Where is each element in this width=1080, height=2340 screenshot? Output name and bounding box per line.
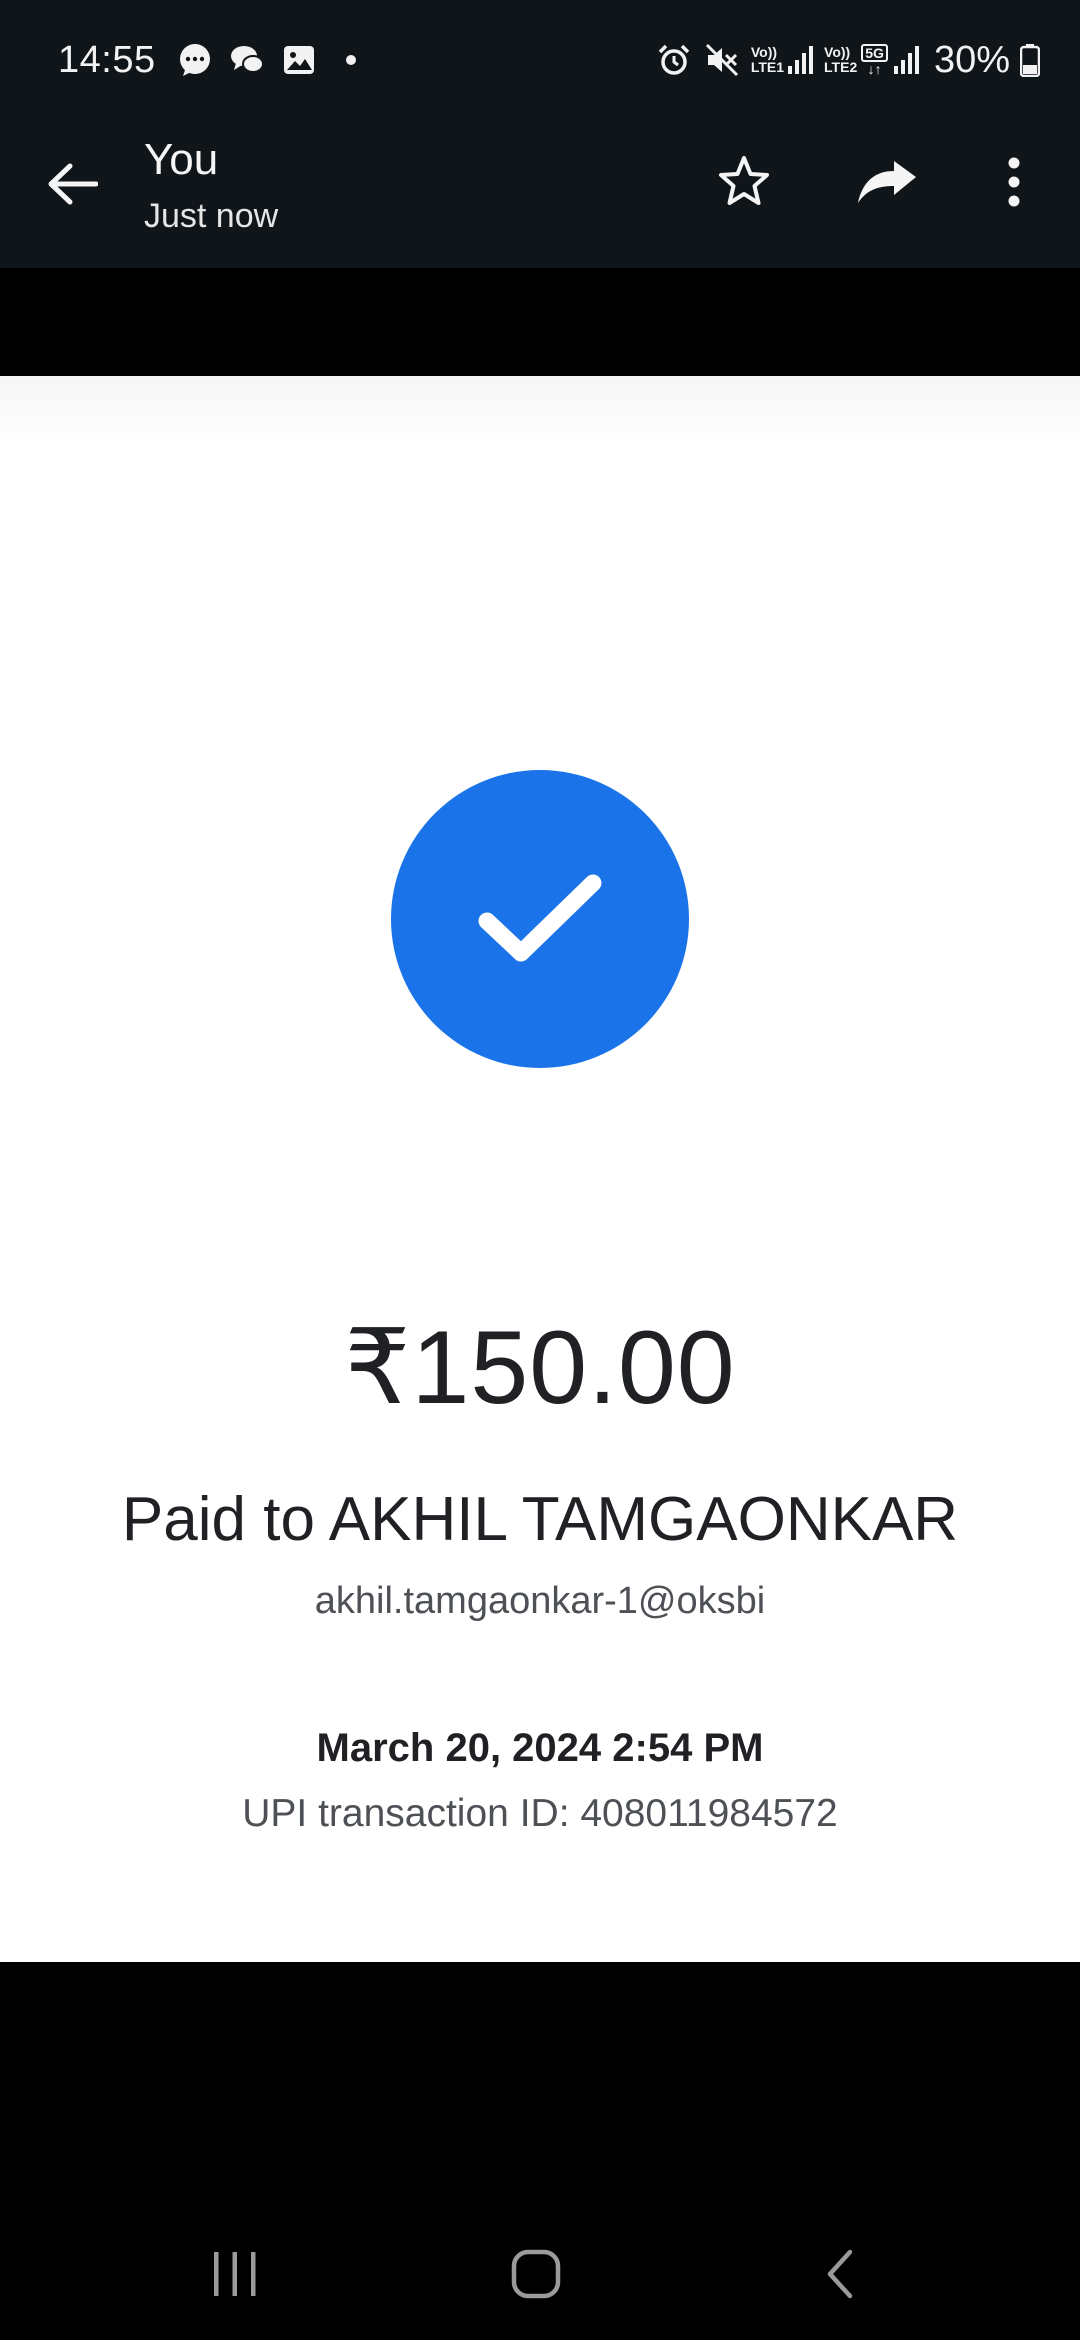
more-options-button[interactable]: [990, 150, 1038, 214]
sender-title: You: [144, 135, 219, 184]
app-bar: You Just now: [0, 120, 1080, 268]
signal-bars-icon: [893, 46, 919, 74]
payee-upi-id: akhil.tamgaonkar-1@oksbi: [314, 1580, 766, 1622]
share-button[interactable]: [852, 150, 922, 214]
more-vert-icon: [1008, 157, 1020, 207]
back-arrow-icon: [48, 163, 98, 205]
status-right: Vo)) LTE1 Vo)) LTE2 5G ↓↑ 30%: [655, 39, 1040, 82]
sim1-signal: Vo)) LTE1: [751, 44, 814, 76]
system-back-button[interactable]: [800, 2238, 880, 2310]
chat-bubble-icon: [176, 41, 214, 79]
payment-datetime: March 20, 2024 2:54 PM: [316, 1726, 764, 1770]
sim2-signal: Vo)) LTE2 5G ↓↑: [824, 44, 920, 76]
signal-bars-icon: [788, 46, 814, 74]
recents-icon: [214, 2252, 256, 2296]
payment-receipt-image[interactable]: ₹150.00 Paid to AKHIL TAMGAONKAR akhil.t…: [0, 376, 1080, 1962]
sim1-label-top: Vo)): [750, 44, 778, 60]
network-5g-icon: 5G ↓↑: [861, 44, 888, 76]
timestamp-subtitle: Just now: [144, 197, 279, 235]
gallery-icon: [280, 41, 318, 79]
sim2-label-bottom: LTE2: [824, 59, 858, 75]
top-spacer: [0, 268, 1080, 376]
battery-icon: [1020, 44, 1040, 77]
favorite-button[interactable]: [712, 150, 776, 214]
share-icon: [858, 161, 916, 203]
transaction-id: UPI transaction ID: 408011984572: [242, 1792, 838, 1835]
star-icon: [719, 156, 769, 205]
more-notifications-dot: [345, 55, 356, 65]
sim2-label-top: Vo)): [824, 44, 851, 60]
payment-amount: ₹150.00: [344, 1310, 736, 1426]
network-badge: 5G: [861, 44, 888, 62]
home-icon: [511, 2249, 561, 2299]
back-button[interactable]: [40, 152, 104, 216]
home-button[interactable]: [496, 2238, 576, 2310]
status-left: 14:55: [58, 39, 356, 82]
success-check-badge: [391, 770, 689, 1068]
payee-name: Paid to AKHIL TAMGAONKAR: [121, 1485, 959, 1554]
alarm-icon: [655, 41, 693, 79]
back-icon: [827, 2249, 853, 2299]
checkmark-icon: [478, 874, 602, 962]
system-nav-bar: [0, 2210, 1080, 2340]
sim1-label-bottom: LTE1: [750, 59, 785, 75]
title-block: You Just now: [144, 132, 278, 238]
messages-icon: [228, 41, 266, 79]
recents-button[interactable]: [195, 2238, 275, 2310]
status-time: 14:55: [58, 38, 156, 81]
status-bar: 14:55 Vo)) LTE1 Vo)) LTE2 5G ↓↑ 30%: [0, 0, 1080, 120]
mute-icon: [703, 41, 741, 79]
battery-percent: 30%: [933, 38, 1010, 81]
